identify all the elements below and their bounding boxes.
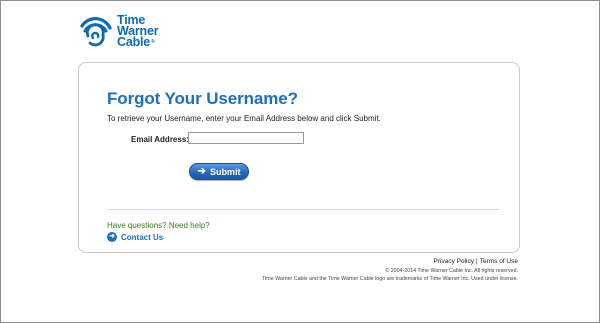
instructions-text: To retrieve your Username, enter your Em… xyxy=(107,114,381,123)
privacy-policy-link[interactable]: Privacy Policy xyxy=(434,258,474,265)
submit-label: Submit xyxy=(209,166,241,177)
contact-us-label: Contact Us xyxy=(121,232,164,242)
terms-of-use-link[interactable]: Terms of Use xyxy=(480,258,518,265)
copyright-text: © 2004-2014 Time Warner Cable Inc. All r… xyxy=(385,268,518,274)
email-label: Email Address: xyxy=(131,135,189,144)
brand-line-3: Cable® xyxy=(117,35,158,49)
footer-links: Privacy Policy | Terms of Use xyxy=(434,258,518,265)
footer-separator: | xyxy=(476,258,478,265)
brand-wordmark: Time Warner Cable® xyxy=(117,14,159,49)
divider xyxy=(107,209,499,210)
registered-mark: ® xyxy=(151,39,155,45)
forgot-username-card: Forgot Your Username? To retrieve your U… xyxy=(78,62,520,253)
eye-ear-logo-icon xyxy=(80,17,112,47)
arrow-right-icon: ➔ xyxy=(197,165,206,177)
brand-logo[interactable]: Time Warner Cable® xyxy=(76,14,159,52)
page-title: Forgot Your Username? xyxy=(107,89,298,108)
help-question: Have questions? Need help? xyxy=(107,221,210,230)
email-field[interactable] xyxy=(188,132,304,144)
brand-line-3-text: Cable xyxy=(117,35,151,49)
arrow-right-circle-icon: ➜ xyxy=(107,232,117,242)
contact-us-link[interactable]: ➜ Contact Us xyxy=(107,232,163,242)
submit-button[interactable]: ➔ Submit xyxy=(189,163,249,180)
trademark-text: Time Warner Cable and the Time Warner Ca… xyxy=(262,276,518,282)
